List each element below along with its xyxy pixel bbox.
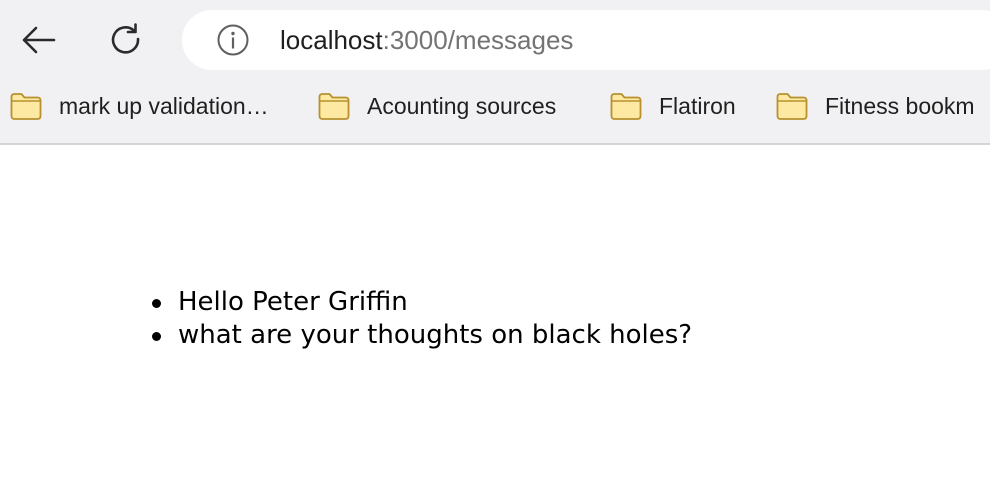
bullet-icon [152, 332, 161, 341]
list-item: what are your thoughts on black holes? [152, 319, 693, 352]
bookmarks-bar: mark up validation… Acounting sources Fl… [0, 84, 990, 128]
bookmark-folder-fitness[interactable]: Fitness bookm [775, 84, 975, 128]
browser-toolbar: localhost:3000/messages mark up validati… [0, 0, 990, 145]
bookmark-label: Acounting sources [367, 92, 557, 119]
reload-button[interactable] [104, 18, 148, 62]
page-content: Hello Peter Griffin what are your though… [0, 145, 990, 500]
info-icon [217, 24, 249, 56]
bookmark-folder-mark-up-validation[interactable]: mark up validation… [9, 84, 269, 128]
bookmark-label: Flatiron [659, 92, 736, 119]
folder-icon [609, 91, 643, 121]
url-text[interactable]: localhost:3000/messages [280, 10, 573, 70]
bullet-icon [152, 299, 161, 308]
reload-icon [111, 23, 140, 54]
folder-icon [317, 91, 351, 121]
url-host: localhost [280, 25, 383, 55]
address-bar[interactable]: localhost:3000/messages [182, 10, 990, 70]
message-list: Hello Peter Griffin what are your though… [152, 286, 693, 352]
folder-icon [9, 91, 43, 121]
message-text: what are your thoughts on black holes? [178, 320, 693, 350]
bookmark-folder-acounting-sources[interactable]: Acounting sources [317, 84, 556, 128]
bookmark-label: Fitness bookm [825, 92, 975, 119]
folder-icon [775, 91, 809, 121]
bookmark-folder-flatiron[interactable]: Flatiron [609, 84, 736, 128]
site-info-button[interactable] [216, 23, 250, 57]
back-arrow-icon [22, 26, 56, 54]
bookmark-label: mark up validation… [59, 92, 269, 119]
back-button[interactable] [16, 18, 60, 62]
url-path: :3000/messages [382, 25, 574, 55]
list-item: Hello Peter Griffin [152, 286, 692, 319]
message-text: Hello Peter Griffin [178, 287, 408, 317]
